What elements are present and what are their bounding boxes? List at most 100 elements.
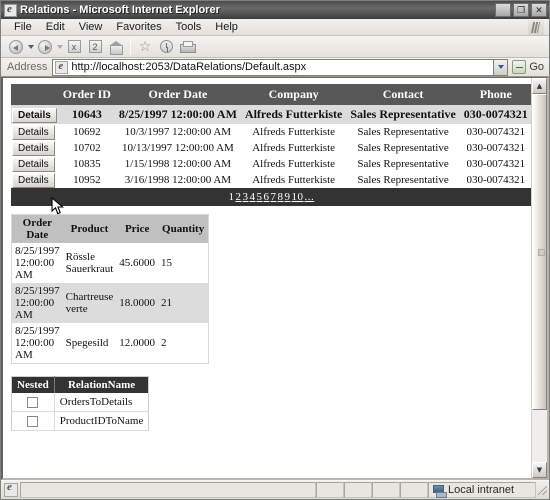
back-icon xyxy=(9,39,23,54)
cell-phone: 030-0074321 xyxy=(466,158,526,170)
pager-row: 12345678910... xyxy=(11,188,531,206)
table-row[interactable]: Details 10692 10/3/1997 12:00:00 AM Alfr… xyxy=(11,124,531,140)
menu-item-edit[interactable]: Edit xyxy=(39,20,72,34)
home-icon xyxy=(109,40,123,55)
menu-bar: File Edit View Favorites Tools Help xyxy=(1,19,549,36)
history-button[interactable] xyxy=(156,38,176,56)
address-dropdown-button[interactable] xyxy=(493,58,509,76)
pager-link-7[interactable]: 7 xyxy=(271,191,277,203)
details-col-order-date: Order Date xyxy=(11,214,63,243)
cell-detail-quantity: 2 xyxy=(161,337,167,349)
pager-link-8[interactable]: 8 xyxy=(278,191,284,203)
details-button[interactable]: Details xyxy=(12,124,55,140)
pager-current-page: 1 xyxy=(228,191,235,203)
cell-order-date: 10/3/1997 12:00:00 AM xyxy=(124,126,232,138)
pager-link-2[interactable]: 2 xyxy=(236,191,242,203)
ie-page-icon xyxy=(4,481,18,497)
pager-link-4[interactable]: 4 xyxy=(250,191,256,203)
ie-document-icon xyxy=(4,3,17,17)
refresh-button[interactable]: 2 xyxy=(85,38,105,56)
maximize-button[interactable]: ❐ xyxy=(513,3,529,17)
table-row[interactable]: Details 10643 8/25/1997 12:00:00 AM Alfr… xyxy=(11,105,531,124)
pager-link-next-group[interactable]: ... xyxy=(305,191,315,203)
table-row: 8/25/1997 12:00:00 AM Spegesild 12.0000 … xyxy=(12,323,209,364)
security-zone[interactable]: Local intranet xyxy=(428,482,536,498)
menu-item-tools[interactable]: Tools xyxy=(169,20,209,34)
nested-checkbox[interactable] xyxy=(27,415,39,427)
back-history-chevron-down-icon[interactable] xyxy=(28,44,34,49)
menu-item-help[interactable]: Help xyxy=(208,20,245,34)
address-input[interactable]: http://localhost:2053/DataRelations/Defa… xyxy=(52,58,494,76)
orders-row-action: Details xyxy=(11,156,59,172)
cell-phone: 030-0074321 xyxy=(466,142,526,154)
pager-link-9[interactable]: 9 xyxy=(285,191,291,203)
details-col-quantity: Quantity xyxy=(158,214,209,243)
relations-grid-header-row: Nested RelationName xyxy=(11,376,149,393)
favorites-button[interactable]: ☆ xyxy=(135,38,155,56)
cell-contact: Sales Representative xyxy=(346,105,460,124)
minimize-icon: _ xyxy=(499,6,507,20)
resize-grip[interactable] xyxy=(536,484,548,496)
cell-company: Alfreds Futterkiste xyxy=(252,126,336,138)
details-button[interactable]: Details xyxy=(12,156,55,172)
cell-company: Alfreds Futterkiste xyxy=(252,142,336,154)
details-button[interactable]: Details xyxy=(12,140,55,156)
pager-link-5[interactable]: 5 xyxy=(257,191,263,203)
nested-checkbox[interactable] xyxy=(27,396,39,408)
cell-detail-product: Rössle Sauerkraut xyxy=(65,251,114,275)
table-row[interactable]: Details 10952 3/16/1998 12:00:00 AM Alfr… xyxy=(11,172,531,188)
details-button[interactable]: Details xyxy=(12,108,57,123)
stop-button[interactable]: x xyxy=(64,38,84,56)
pager-link-3[interactable]: 3 xyxy=(243,191,249,203)
cell-detail-order-date: 8/25/1997 12:00:00 AM xyxy=(15,325,60,361)
menu-item-view[interactable]: View xyxy=(72,20,110,34)
cell-company: Alfreds Futterkiste xyxy=(252,174,336,186)
menu-item-favorites[interactable]: Favorites xyxy=(109,20,168,34)
details-button[interactable]: Details xyxy=(12,172,55,188)
forward-button[interactable] xyxy=(35,38,55,56)
table-row[interactable]: Details 10835 1/15/1998 12:00:00 AM Alfr… xyxy=(11,156,531,172)
scrollbar-track[interactable] xyxy=(532,94,547,462)
pager: 12345678910... xyxy=(229,191,315,203)
cell-detail-product: Spegesild xyxy=(65,337,109,349)
table-row[interactable]: Details 10702 10/13/1997 12:00:00 AM Alf… xyxy=(11,140,531,156)
forward-history-chevron-down-icon[interactable] xyxy=(57,44,63,49)
close-button[interactable]: ✕ xyxy=(531,3,547,17)
cell-detail-quantity: 21 xyxy=(158,283,209,323)
go-arrow-icon xyxy=(512,60,527,74)
cell-phone: 030-0074321 xyxy=(466,174,526,186)
cell-detail-order-date: 8/25/1997 12:00:00 AM xyxy=(11,283,63,323)
address-url-text: http://localhost:2053/DataRelations/Defa… xyxy=(71,61,307,73)
cell-relation-name: ProductIDToName xyxy=(54,411,149,431)
cell-company: Alfreds Futterkiste xyxy=(252,158,336,170)
status-bar: Local intranet xyxy=(1,480,549,499)
print-button[interactable] xyxy=(177,38,197,56)
scroll-down-button[interactable]: ▼ xyxy=(532,462,547,478)
vertical-scrollbar[interactable]: ▲ ▼ xyxy=(531,78,547,478)
minimize-button[interactable]: _ xyxy=(495,3,511,20)
cell-phone: 030-0074321 xyxy=(466,126,526,138)
maximize-icon: ❐ xyxy=(516,5,526,15)
scroll-up-button[interactable]: ▲ xyxy=(532,78,547,94)
details-col-product: Product xyxy=(62,214,117,243)
print-icon xyxy=(180,41,196,53)
cell-detail-product: Chartreuse verte xyxy=(62,283,117,323)
pager-link-6[interactable]: 6 xyxy=(264,191,270,203)
menu-item-file[interactable]: File xyxy=(7,20,39,34)
back-button[interactable] xyxy=(6,38,26,56)
cell-detail-price: 12.0000 xyxy=(119,337,156,349)
cell-order-id: 10702 xyxy=(73,142,101,154)
home-button[interactable] xyxy=(106,38,126,56)
address-bar: Address http://localhost:2053/DataRelati… xyxy=(1,58,549,77)
pager-link-10[interactable]: 10 xyxy=(292,191,304,203)
go-button[interactable]: Go xyxy=(508,60,547,74)
orders-row-action: Details xyxy=(11,105,59,124)
orders-col-contact: Contact xyxy=(346,84,460,105)
browser-window: Relations - Microsoft Internet Explorer … xyxy=(0,0,550,500)
orders-col-phone: Phone xyxy=(459,84,531,105)
scrollbar-thumb[interactable] xyxy=(532,94,547,411)
cell-order-date: 8/25/1997 12:00:00 AM xyxy=(114,105,241,124)
orders-row-action: Details xyxy=(11,172,59,188)
table-row: 8/25/1997 12:00:00 AM Rössle Sauerkraut … xyxy=(12,243,209,283)
relations-nested-cell xyxy=(11,393,55,412)
